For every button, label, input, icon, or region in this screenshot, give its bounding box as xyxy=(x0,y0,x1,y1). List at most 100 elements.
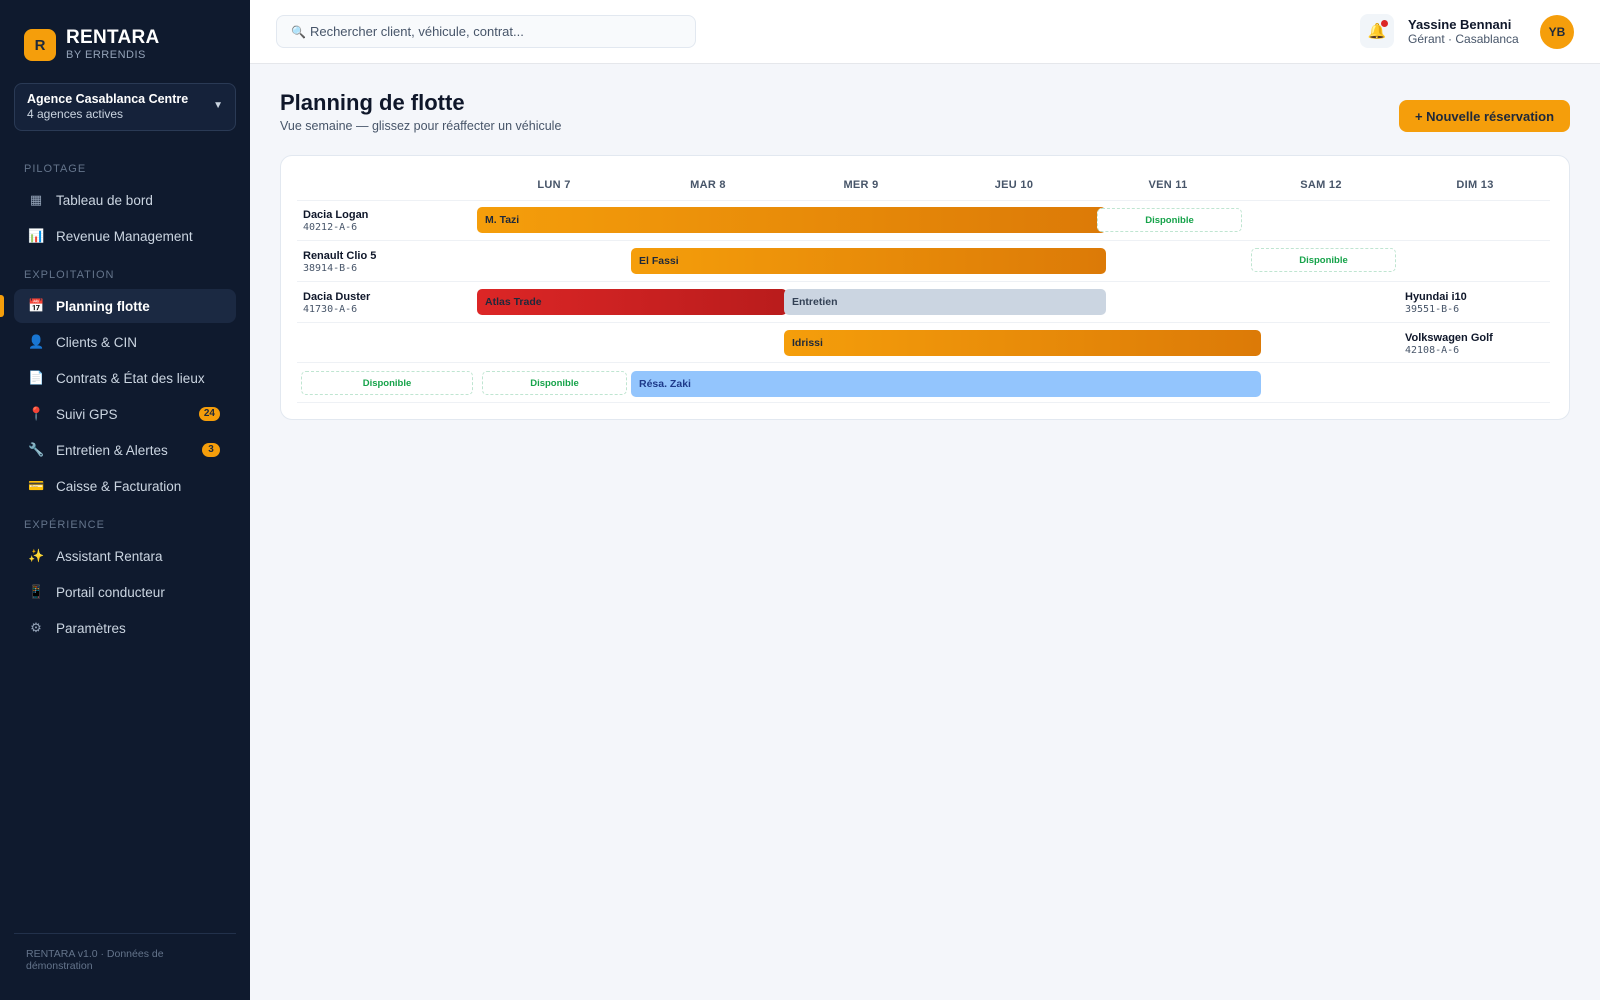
vehicle-row-label: Renault Clio 5 38914-B-6 xyxy=(303,250,376,275)
avatar[interactable]: YB xyxy=(1540,15,1574,49)
row-divider xyxy=(297,200,1550,201)
notifications-button[interactable]: 🔔 xyxy=(1360,14,1394,48)
vehicle-name: Dacia Duster xyxy=(303,291,371,303)
document-icon: 📄 xyxy=(28,370,45,385)
row-divider xyxy=(297,362,1550,363)
nav-item-portail-conducteur[interactable]: 📱 Portail conducteur xyxy=(14,575,236,609)
maintenance-bar[interactable]: Entretien xyxy=(784,289,1106,315)
vehicle-row-label: Volkswagen Golf 42108-A-6 xyxy=(1405,332,1493,357)
nav-item-clients-cin[interactable]: 👤 Clients & CIN xyxy=(14,325,236,359)
brand-subtitle: BY ERRENDIS xyxy=(66,49,146,61)
nav-item-label: Clients & CIN xyxy=(56,334,138,350)
booking-bar[interactable]: M. Tazi xyxy=(477,207,1106,233)
nav-item-label: Contrats & État des lieux xyxy=(56,370,205,386)
vehicle-plate: 38914-B-6 xyxy=(303,263,358,274)
section-title-pilotage: PILOTAGE xyxy=(24,163,87,175)
notification-dot xyxy=(1381,20,1388,27)
available-slot[interactable]: Disponible xyxy=(301,371,473,395)
day-header: VEN 11 xyxy=(1148,179,1188,191)
nav-item-label: Tableau de bord xyxy=(56,192,153,208)
day-header: JEU 10 xyxy=(994,179,1034,191)
wrench-icon: 🔧 xyxy=(28,442,45,457)
nav-item-label: Assistant Rentara xyxy=(56,548,163,564)
nav-item-contrats[interactable]: 📄 Contrats & État des lieux xyxy=(14,361,236,395)
new-reservation-button[interactable]: + Nouvelle réservation xyxy=(1399,100,1570,132)
nav-item-label: Planning flotte xyxy=(56,298,150,314)
nav-item-label: Caisse & Facturation xyxy=(56,478,182,494)
row-divider xyxy=(297,402,1550,403)
active-indicator xyxy=(0,295,4,317)
sparkles-icon: ✨ xyxy=(28,548,45,563)
vehicle-plate: 39551-B-6 xyxy=(1405,304,1460,315)
available-slot[interactable]: Disponible xyxy=(1097,208,1242,232)
row-divider xyxy=(297,281,1550,282)
sidebar: R RENTARA BY ERRENDIS Agence Casablanca … xyxy=(0,0,250,1000)
card-icon: 💳 xyxy=(28,478,45,493)
nav-item-suivi-gps[interactable]: 📍 Suivi GPS 24 xyxy=(14,397,236,431)
alerts-count-badge: 3 xyxy=(202,443,220,457)
gear-icon: ⚙ xyxy=(30,620,42,635)
vehicle-row-label: Hyundai i10 39551-B-6 xyxy=(1405,291,1467,316)
user-icon: 👤 xyxy=(28,334,45,349)
user-info[interactable]: Yassine Bennani Gérant · Casablanca xyxy=(1408,17,1519,46)
vehicle-row-label: Dacia Duster 41730-A-6 xyxy=(303,291,370,316)
search-input[interactable]: 🔍 Rechercher client, véhicule, contrat..… xyxy=(276,15,696,48)
booking-bar[interactable]: Atlas Trade xyxy=(477,289,787,315)
agency-selector[interactable]: Agence Casablanca Centre 4 agences activ… xyxy=(14,83,236,131)
topbar: 🔍 Rechercher client, véhicule, contrat..… xyxy=(250,0,1600,64)
nav-item-label: Paramètres xyxy=(56,620,126,636)
day-header: MER 9 xyxy=(843,179,879,191)
nav-item-caisse-facturation[interactable]: 💳 Caisse & Facturation xyxy=(14,469,236,503)
day-header: SAM 12 xyxy=(1300,179,1342,191)
agency-name: Agence Casablanca Centre xyxy=(27,92,189,106)
user-name: Yassine Bennani xyxy=(1408,17,1512,32)
nav-item-revenue-management[interactable]: 📊 Revenue Management xyxy=(14,219,236,253)
booking-bar[interactable]: El Fassi xyxy=(631,248,1106,274)
nav-item-label: Suivi GPS xyxy=(56,406,118,422)
section-title-exploitation: EXPLOITATION xyxy=(24,269,115,281)
vehicle-name: Renault Clio 5 xyxy=(303,250,377,262)
reservation-bar[interactable]: Résa. Zaki xyxy=(631,371,1261,397)
row-divider xyxy=(297,240,1550,241)
nav-item-assistant[interactable]: ✨ Assistant Rentara xyxy=(14,539,236,573)
vehicle-plate: 40212-A-6 xyxy=(303,222,358,233)
vehicle-plate: 42108-A-6 xyxy=(1405,345,1460,356)
search-placeholder: Rechercher client, véhicule, contrat... xyxy=(309,24,524,39)
brand-name: RENTARA xyxy=(66,27,160,48)
nav-item-tableau-de-bord[interactable]: ▦ Tableau de bord xyxy=(14,183,236,217)
nav-item-entretien-alertes[interactable]: 🔧 Entretien & Alertes 3 xyxy=(14,433,236,467)
pin-icon: 📍 xyxy=(28,406,45,421)
nav-item-planning-flotte[interactable]: 📅 Planning flotte xyxy=(14,289,236,323)
row-divider xyxy=(297,322,1550,323)
nav-item-label: Entretien & Alertes xyxy=(56,442,168,458)
page-subtitle: Vue semaine — glissez pour réaffecter un… xyxy=(280,119,562,133)
phone-icon: 📱 xyxy=(28,584,45,599)
vehicle-name: Dacia Logan xyxy=(303,209,369,221)
logo: R xyxy=(24,29,56,61)
user-role: Gérant · Casablanca xyxy=(1408,32,1519,46)
booking-bar[interactable]: Idrissi xyxy=(784,330,1261,356)
section-title-experience: EXPÉRIENCE xyxy=(24,519,105,531)
search-icon: 🔍 xyxy=(291,24,306,39)
vehicle-plate: 41730-A-6 xyxy=(303,304,358,315)
chart-icon: 📊 xyxy=(28,228,45,243)
sidebar-footer: RENTARA v1.0 · Données de démonstration xyxy=(14,933,236,972)
grid-icon: ▦ xyxy=(29,192,43,207)
available-slot[interactable]: Disponible xyxy=(482,371,627,395)
brand[interactable]: R RENTARA BY ERRENDIS xyxy=(24,28,160,62)
day-header: DIM 13 xyxy=(1456,179,1494,191)
calendar-icon: 📅 xyxy=(28,298,45,313)
vehicle-row-label: Dacia Logan 40212-A-6 xyxy=(303,209,368,234)
day-header: LUN 7 xyxy=(537,179,571,191)
agency-count: 4 agences actives xyxy=(27,107,124,121)
vehicle-name: Hyundai i10 xyxy=(1405,291,1467,303)
gps-count-badge: 24 xyxy=(198,407,220,421)
page-title: Planning de flotte xyxy=(280,90,465,115)
nav-item-label: Portail conducteur xyxy=(56,584,165,600)
nav-item-parametres[interactable]: ⚙ Paramètres xyxy=(14,611,236,645)
nav-item-label: Revenue Management xyxy=(56,228,193,244)
available-slot[interactable]: Disponible xyxy=(1251,248,1396,272)
chevron-down-icon: ▼ xyxy=(213,100,223,111)
vehicle-name: Volkswagen Golf xyxy=(1405,332,1493,344)
day-header: MAR 8 xyxy=(690,179,726,191)
